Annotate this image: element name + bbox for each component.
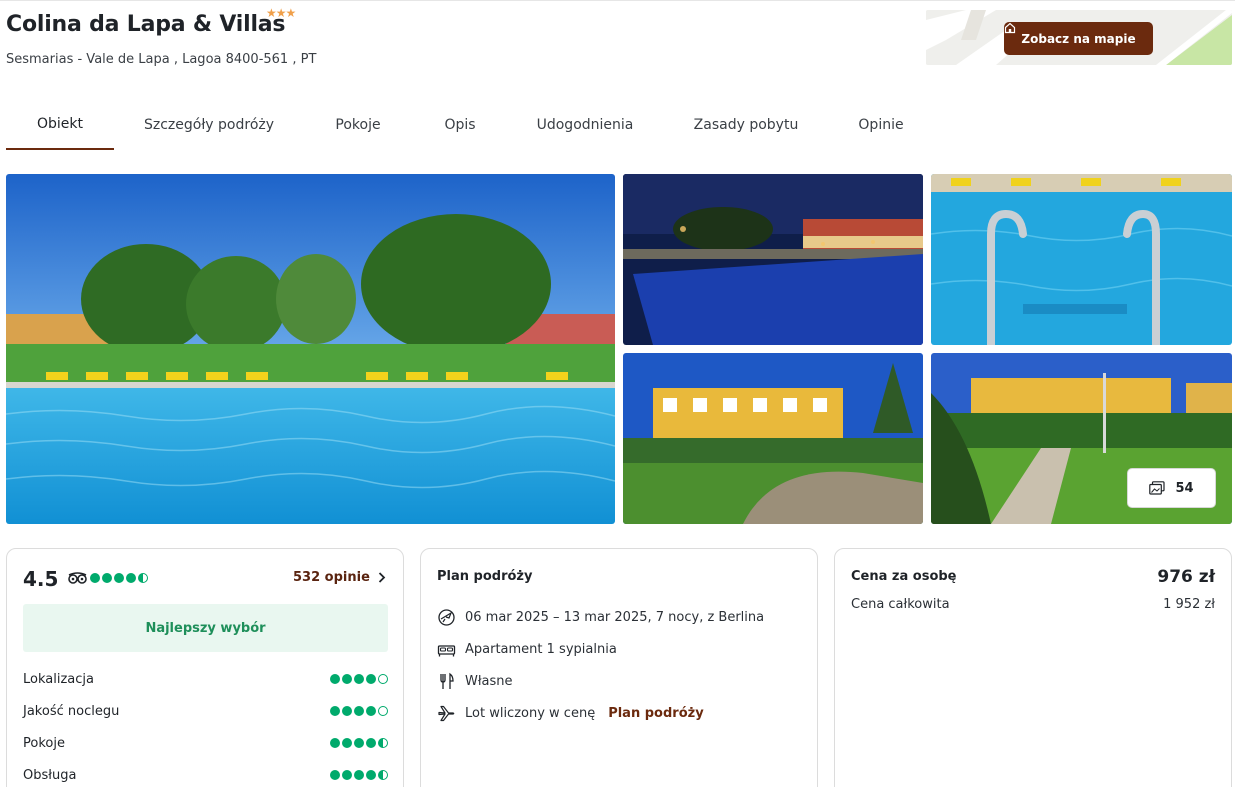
criterion-label: Obsługa [23, 768, 77, 783]
rating-bubble [90, 573, 100, 583]
rating-bubble [378, 674, 388, 684]
hotel-stars: ★★★ [266, 6, 296, 20]
rating-bubble [342, 770, 352, 780]
total-price-label: Cena całkowita [851, 597, 950, 612]
price-per-person-label: Cena za osobę [851, 569, 957, 584]
criterion-label: Lokalizacja [23, 672, 94, 687]
rating-bubble [354, 706, 364, 716]
plan-board-row: Własne [437, 670, 513, 692]
reviews-link[interactable]: 532 opinie [293, 570, 386, 585]
rating-bubble [354, 770, 364, 780]
plan-room: Apartament 1 sypialnia [465, 641, 617, 657]
photo-count-value: 54 [1175, 480, 1194, 496]
cutlery-icon [440, 672, 454, 689]
plan-room-row: Apartament 1 sypialnia [437, 638, 617, 660]
calendar-plane-icon [438, 608, 455, 626]
criterion-bubbles [330, 706, 388, 716]
rating-bubble [126, 573, 136, 583]
rating-bubble [366, 770, 376, 780]
rating-bubble [330, 706, 340, 716]
plan-flight-row: Lot wliczony w cenę Plan podróży [437, 702, 704, 724]
rating-bubble [366, 738, 376, 748]
gallery-photo-pool-ladder[interactable] [931, 174, 1232, 345]
rating-bubble [114, 573, 124, 583]
section-tabs: Obiekt Szczegóły podróży Pokoje Opis Udo… [6, 100, 1231, 151]
bed-icon [437, 644, 456, 656]
plan-board: Własne [465, 673, 513, 689]
rating-bubble [378, 706, 388, 716]
tab-szczegoly-podrozy[interactable]: Szczegóły podróży [136, 100, 282, 150]
price-card: Cena za osobę 976 zł Cena całkowita 1 95… [834, 548, 1232, 787]
rating-card: 4.5 532 opinie Najlepszy wybór Lokalizac… [6, 548, 404, 787]
rating-bubble [138, 573, 148, 583]
tab-udogodnienia[interactable]: Udogodnienia [528, 100, 642, 150]
criterion-bubbles [330, 738, 388, 748]
total-price-value: 1 952 zł [1163, 597, 1215, 612]
rating-bubble [330, 738, 340, 748]
criterion-label: Jakość noclegu [23, 704, 120, 719]
chevron-right-icon [378, 572, 386, 583]
gallery-photo-night-pool[interactable] [623, 174, 923, 345]
rating-bubble [342, 738, 352, 748]
rating-bubble [378, 738, 388, 748]
rating-bubble [354, 674, 364, 684]
rating-bubble [366, 706, 376, 716]
rating-bubble [342, 706, 352, 716]
rating-bubble [330, 770, 340, 780]
rating-bubble [342, 674, 352, 684]
photo-count-button[interactable]: 54 [1127, 468, 1216, 508]
rating-bubble [330, 674, 340, 684]
rating-score: 4.5 [23, 567, 59, 591]
airplane-icon [438, 705, 455, 721]
criterion-label: Pokoje [23, 736, 65, 751]
gallery-photo-villas[interactable] [623, 353, 923, 524]
home-icon [1004, 22, 1016, 34]
tab-obiekt[interactable]: Obiekt [6, 100, 114, 150]
travel-plan-card: Plan podróży 06 mar 2025 – 13 mar 2025, … [420, 548, 818, 787]
price-per-person-value: 976 zł [1157, 567, 1215, 587]
rating-criterion: Jakość noclegu [23, 702, 388, 724]
rating-criterion: Lokalizacja [23, 670, 388, 692]
rating-criterion: Pokoje [23, 734, 388, 756]
map-preview[interactable]: Zobacz na mapie [926, 10, 1232, 65]
rating-bubble [378, 770, 388, 780]
plan-flight: Lot wliczony w cenę [465, 705, 596, 721]
tab-opinie[interactable]: Opinie [848, 100, 914, 150]
main-photo[interactable] [6, 174, 615, 524]
photos-icon [1149, 481, 1166, 495]
best-choice-badge: Najlepszy wybór [23, 604, 388, 652]
rating-criterion: Obsługa [23, 766, 388, 787]
reviews-count: 532 opinie [293, 570, 370, 585]
criterion-bubbles [330, 770, 388, 780]
plan-flight-link[interactable]: Plan podróży [608, 706, 703, 721]
rating-bubble [366, 674, 376, 684]
tab-pokoje[interactable]: Pokoje [324, 100, 392, 150]
rating-bubble [354, 738, 364, 748]
view-on-map-button[interactable]: Zobacz na mapie [1004, 22, 1153, 55]
plan-dates: 06 mar 2025 – 13 mar 2025, 7 nocy, z Ber… [465, 609, 765, 625]
tab-zasady-pobytu[interactable]: Zasady pobytu [686, 100, 806, 150]
hotel-address: Sesmarias - Vale de Lapa , Lagoa 8400-56… [6, 52, 317, 67]
plan-dates-row: 06 mar 2025 – 13 mar 2025, 7 nocy, z Ber… [437, 606, 764, 628]
criterion-bubbles [330, 674, 388, 684]
plan-title: Plan podróży [437, 569, 533, 584]
top-border [0, 0, 1235, 4]
view-on-map-label: Zobacz na mapie [1021, 31, 1136, 46]
hotel-name: Colina da Lapa & Villas [6, 12, 286, 37]
tripadvisor-owl-icon [68, 572, 87, 584]
tab-opis[interactable]: Opis [434, 100, 486, 150]
rating-bubble [102, 573, 112, 583]
overall-rating-bubbles [90, 573, 148, 583]
